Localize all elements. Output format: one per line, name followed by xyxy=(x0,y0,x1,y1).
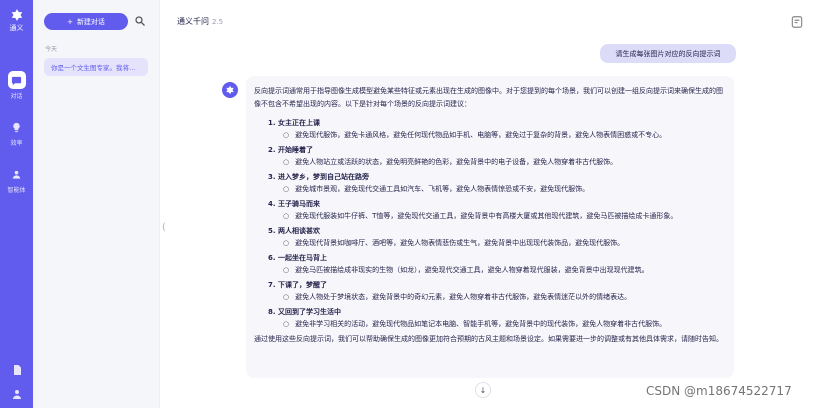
logo-icon xyxy=(226,85,234,95)
arrow-down-icon: ↓ xyxy=(479,385,487,395)
scene-detail: 避免现代背景如咖啡厅、酒吧等，避免人物表情悲伤或生气，避免背景中出现现代装饰品，… xyxy=(295,239,625,247)
rail-item-label: 效率 xyxy=(10,140,23,147)
answer-outro: 通过使用这些反向提示词，我们可以帮助确保生成的图像更加符合预期的古风主题和场景设… xyxy=(254,335,723,343)
plus-icon: + xyxy=(67,17,73,26)
scene-title: 6. 一起坐在马背上 xyxy=(268,254,327,262)
lightbulb-icon xyxy=(8,118,26,136)
notes-icon[interactable] xyxy=(790,15,804,29)
model-version: 2.5 xyxy=(212,18,224,26)
scene-detail: 避免现代服饰，避免卡通风格，避免任何现代物品如手机、电脑等，避免过于复杂的背景，… xyxy=(295,131,667,139)
answer-intro: 反向提示词通常用于指导图像生成模型避免某些特征或元素出现在生成的图像中。对于您提… xyxy=(254,87,723,108)
app-logo[interactable]: 通义 xyxy=(10,8,24,33)
scene-item: 8. 又回到了学习生活中 ○ 避免非学习相关的活动，避免现代物品如笔记本电脑、智能手… xyxy=(268,306,726,330)
scene-title: 7. 下课了，梦醒了 xyxy=(268,281,327,289)
model-name: 通义千问 xyxy=(177,17,209,26)
user-message: 请生成每张图片对应的反向提示词 xyxy=(600,44,736,63)
watermark: CSDN @m18674522717 xyxy=(646,384,792,398)
new-chat-button[interactable]: + 新建对话 xyxy=(44,13,128,30)
left-rail: 通义 对话 效率 智能体 xyxy=(0,0,33,408)
scene-title: 5. 两人相谈甚欢 xyxy=(268,227,320,235)
scroll-down-button[interactable]: ↓ xyxy=(475,382,491,398)
scene-title: 3. 进入梦乡，梦到自己站在路旁 xyxy=(268,173,369,181)
scene-detail: 避免城市景观，避免现代交通工具如汽车、飞机等，避免人物表情惊恐或不安，避免现代服… xyxy=(295,185,590,193)
model-title[interactable]: 通义千问 2.5 xyxy=(177,16,223,27)
scene-title: 8. 又回到了学习生活中 xyxy=(268,308,341,316)
scene-item: 7. 下课了，梦醒了 ○ 避免人物处于梦境状态，避免背景中的奇幻元素，避免人物穿着非… xyxy=(268,279,726,303)
scene-title: 1. 女主正在上课 xyxy=(268,119,320,127)
scene-item: 2. 开始睡着了 ○ 避免人物站立或活跃的状态，避免明亮鲜艳的色彩，避免背景中的电子… xyxy=(268,144,726,168)
rail-item-chat[interactable]: 对话 xyxy=(0,67,33,104)
scene-item: 6. 一起坐在马背上 ○ 避免马匹被描绘成非现实的生物（如龙），避免现代交通工具，避… xyxy=(268,252,726,276)
scene-detail: 避免现代服装如牛仔裤、T恤等，避免现代交通工具，避免背景中有高楼大厦或其他现代建… xyxy=(295,212,678,220)
scene-item: 5. 两人相谈甚欢 ○ 避免现代背景如咖啡厅、酒吧等，避免人物表情悲伤或生气，避免背… xyxy=(268,225,726,249)
scene-item: 1. 女主正在上课 ○ 避免现代服饰，避免卡通风格，避免任何现代物品如手机、电脑等，… xyxy=(268,117,726,141)
document-icon[interactable] xyxy=(11,364,23,376)
rail-item-efficiency[interactable]: 效率 xyxy=(0,114,33,151)
scene-detail: 避免人物站立或活跃的状态，避免明亮鲜艳的色彩，避免背景中的电子设备，避免人物穿着… xyxy=(295,158,618,166)
rail-item-label: 对话 xyxy=(10,93,23,100)
scene-detail: 避免马匹被描绘成非现实的生物（如龙），避免现代交通工具，避免人物穿着现代服装，避… xyxy=(295,266,649,274)
history-item[interactable]: 你是一个文生图专家。我将… xyxy=(44,58,148,76)
assistant-avatar xyxy=(222,82,238,98)
assistant-message: 反向提示词通常用于指导图像生成模型避免某些特征或元素出现在生成的图像中。对于您提… xyxy=(246,76,734,378)
search-icon[interactable] xyxy=(134,15,146,27)
chat-icon xyxy=(7,71,26,89)
rail-item-label: 智能体 xyxy=(7,187,26,194)
scene-title: 4. 王子骑马而来 xyxy=(268,200,320,208)
scene-title: 2. 开始睡着了 xyxy=(268,146,313,154)
app-name: 通义 xyxy=(9,24,24,32)
collapse-sidebar-handle[interactable]: ( xyxy=(162,222,166,233)
rail-item-agent[interactable]: 智能体 xyxy=(0,161,33,198)
rail-bottom xyxy=(11,364,23,400)
header: 通义千问 2.5 xyxy=(160,0,828,42)
logo-icon xyxy=(11,9,22,21)
history-section-label: 今天 xyxy=(45,46,58,53)
scene-item: 4. 王子骑马而来 ○ 避免现代服装如牛仔裤、T恤等，避免现代交通工具，避免背景中有… xyxy=(268,198,726,222)
scene-item: 3. 进入梦乡，梦到自己站在路旁 ○ 避免城市景观，避免现代交通工具如汽车、飞机等，… xyxy=(268,171,726,195)
agent-icon xyxy=(8,165,26,183)
scene-detail: 避免非学习相关的活动，避免现代物品如笔记本电脑、智能手机等，避免背景中的现代装饰… xyxy=(295,320,667,328)
new-chat-label: 新建对话 xyxy=(76,17,105,26)
sidebar: + 新建对话 今天 你是一个文生图专家。我将… xyxy=(33,0,160,408)
scene-list: 1. 女主正在上课 ○ 避免现代服饰，避免卡通风格，避免任何现代物品如手机、电脑等，… xyxy=(254,117,726,330)
scene-detail: 避免人物处于梦境状态，避免背景中的奇幻元素，避免人物穿着非古代服饰，避免表情迷茫… xyxy=(295,293,632,301)
user-icon[interactable] xyxy=(11,388,23,400)
